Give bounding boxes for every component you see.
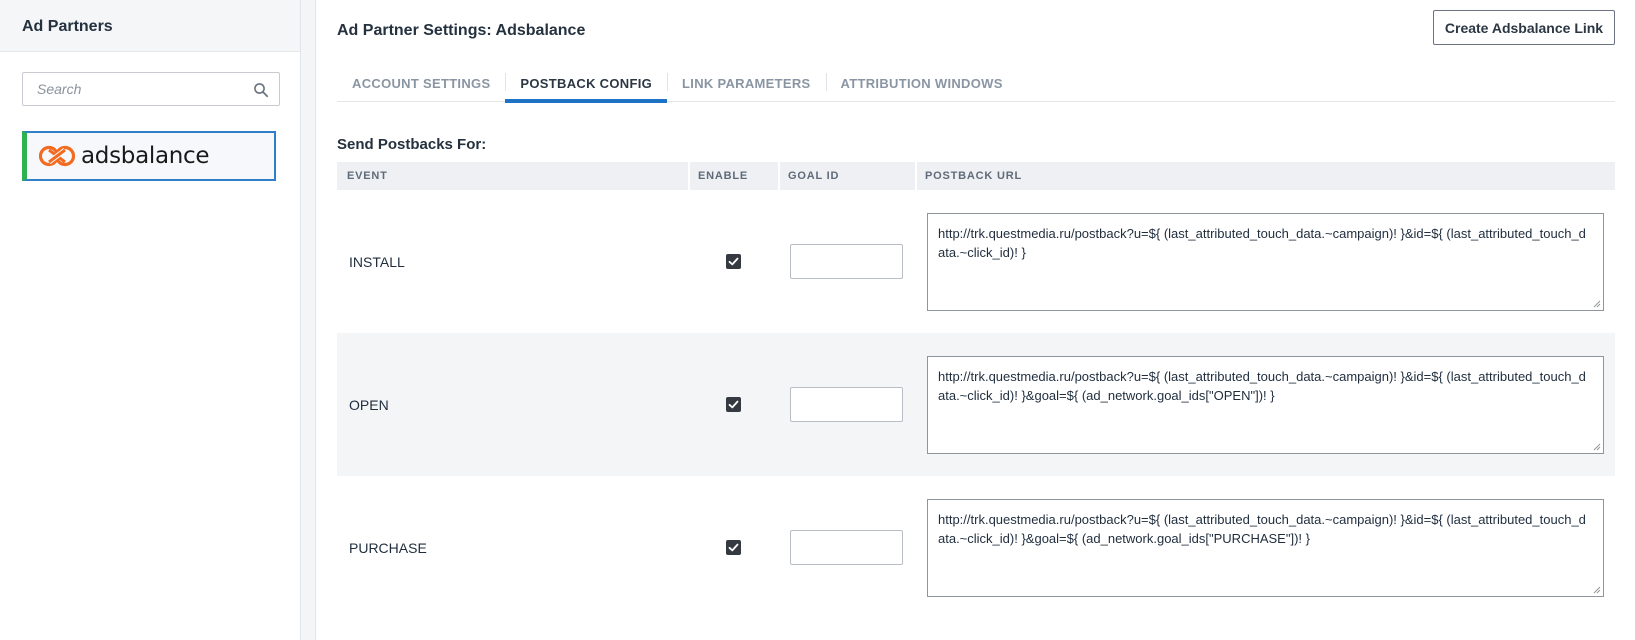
postback-url-textarea[interactable]: http://trk.questmedia.ru/postback?u=${ (…: [927, 212, 1604, 311]
postback-url-text: http://trk.questmedia.ru/postback?u=${ (…: [938, 368, 1586, 403]
checkbox-checked-icon: [728, 400, 738, 409]
search-input[interactable]: [23, 73, 243, 105]
event-name: PURCHASE: [349, 539, 427, 556]
event-name: OPEN: [349, 396, 389, 413]
sidebar-header: Ad Partners: [0, 0, 300, 52]
sidebar-title: Ad Partners: [22, 18, 113, 35]
url-cell: http://trk.questmedia.ru/postback?u=${ (…: [915, 498, 1615, 597]
partner-logo: adsbalance: [39, 143, 210, 169]
table-row: OPEN http://trk.questmedia.ru/postback?u…: [337, 333, 1615, 476]
goal-cell: [778, 244, 915, 279]
enable-cell: [688, 397, 778, 412]
checkbox-checked-icon: [728, 257, 738, 266]
tab-postback-config[interactable]: POSTBACK CONFIG: [505, 65, 667, 103]
sidebar: Ad Partners adsbalance: [0, 0, 301, 640]
tab-account-settings[interactable]: ACCOUNT SETTINGS: [337, 65, 505, 101]
enable-checkbox[interactable]: [725, 540, 741, 555]
event-name: INSTALL: [349, 253, 405, 270]
goal-id-input[interactable]: [790, 530, 903, 565]
table-header: EVENT ENABLE GOAL ID POSTBACK URL: [337, 162, 1615, 190]
goal-id-input[interactable]: [790, 387, 903, 422]
partner-card-adsbalance[interactable]: adsbalance: [22, 131, 276, 181]
table-row: INSTALL http://trk.questmedia.ru/postbac…: [337, 190, 1615, 333]
search-box[interactable]: [22, 72, 280, 106]
tab-attribution-windows[interactable]: ATTRIBUTION WINDOWS: [825, 65, 1018, 101]
postback-url-textarea[interactable]: http://trk.questmedia.ru/postback?u=${ (…: [927, 498, 1604, 597]
section-label: Send Postbacks For:: [337, 136, 487, 153]
postback-url-textarea[interactable]: http://trk.questmedia.ru/postback?u=${ (…: [927, 355, 1604, 454]
postback-url-text: http://trk.questmedia.ru/postback?u=${ (…: [938, 511, 1586, 546]
adsbalance-logo-icon: [39, 145, 75, 167]
enable-checkbox[interactable]: [725, 254, 741, 269]
goal-cell: [778, 387, 915, 422]
goal-id-input[interactable]: [790, 244, 903, 279]
goal-cell: [778, 530, 915, 565]
search-icon[interactable]: [253, 82, 269, 98]
main-panel: Ad Partner Settings: Adsbalance Create A…: [315, 0, 1635, 640]
header-goal-id: GOAL ID: [778, 162, 915, 190]
resize-grip-icon[interactable]: [1593, 586, 1601, 594]
tab-link-parameters[interactable]: LINK PARAMETERS: [667, 65, 825, 101]
page-title: Ad Partner Settings: Adsbalance: [337, 22, 586, 39]
tab-bar: ACCOUNT SETTINGS POSTBACK CONFIG LINK PA…: [337, 65, 1615, 103]
create-link-button[interactable]: Create Adsbalance Link: [1433, 10, 1615, 45]
checkbox-checked-icon: [728, 543, 738, 552]
partner-name: adsbalance: [81, 143, 210, 169]
enable-cell: [688, 254, 778, 269]
enable-cell: [688, 540, 778, 555]
url-cell: http://trk.questmedia.ru/postback?u=${ (…: [915, 355, 1615, 454]
url-cell: http://trk.questmedia.ru/postback?u=${ (…: [915, 212, 1615, 311]
header-postback-url: POSTBACK URL: [915, 162, 1615, 190]
header-enable: ENABLE: [688, 162, 778, 190]
header-event: EVENT: [347, 170, 388, 182]
enable-checkbox[interactable]: [725, 397, 741, 412]
postback-table: EVENT ENABLE GOAL ID POSTBACK URL INSTAL…: [337, 162, 1615, 619]
resize-grip-icon[interactable]: [1593, 300, 1601, 308]
resize-grip-icon[interactable]: [1593, 443, 1601, 451]
postback-url-text: http://trk.questmedia.ru/postback?u=${ (…: [938, 225, 1586, 260]
table-row: PURCHASE http://trk.questmedia.ru/postba…: [337, 476, 1615, 619]
